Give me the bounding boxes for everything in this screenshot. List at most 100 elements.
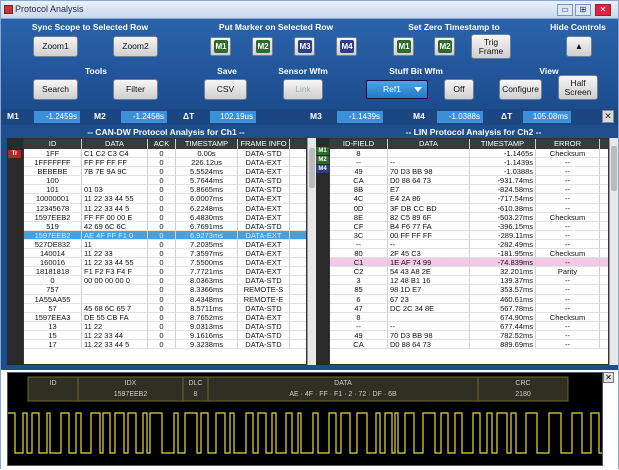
- can-data-cell: [82, 176, 148, 185]
- zoom2-button[interactable]: Zoom2: [113, 36, 158, 57]
- put-marker-m2-button[interactable]: M2: [252, 37, 273, 56]
- lin-table-row[interactable]: 6 67 23 460.61ms --: [330, 294, 608, 304]
- filter-button[interactable]: Filter: [113, 79, 158, 100]
- can-table-row[interactable]: 1597EEB2 AE 4F FF F1 0 0 6.9273ms DATA-EXT: [24, 230, 306, 240]
- waveform-close-button[interactable]: ✕: [603, 372, 614, 383]
- search-button[interactable]: Search: [33, 79, 78, 100]
- col-frame-info[interactable]: FRAME INFO: [238, 139, 290, 149]
- lin-table-row[interactable]: CF B4 F6 77 FA -396.15ms --: [330, 221, 608, 231]
- lin-table-row[interactable]: CA D0 88 64 73 -931.74ms --: [330, 176, 608, 186]
- can-frame-info-cell: DATA-STD: [238, 303, 290, 312]
- lin-table-row[interactable]: 49 70 D3 BB 98 -1.0388s --: [330, 167, 608, 177]
- half-screen-button[interactable]: Half Screen: [558, 75, 598, 100]
- col-id-field[interactable]: ID-FIELD: [330, 139, 388, 149]
- can-table-row[interactable]: 10000001 11 22 33 44 55 0 6.0007ms DATA-EXT: [24, 194, 306, 204]
- lin-table-row[interactable]: 8 674.90ms Checksum: [330, 312, 608, 322]
- can-table-row[interactable]: 15 11 22 33 44 0 9.1616ms DATA-STD: [24, 330, 306, 340]
- can-timestamp-cell: 7.5500ms: [176, 258, 238, 267]
- can-scrollbar[interactable]: [307, 138, 316, 365]
- can-frame-info-cell: DATA-STD: [238, 176, 290, 185]
- can-frame-info-cell: DATA-EXT: [238, 212, 290, 221]
- can-table-row[interactable]: 1A55AA55 0 8.4348ms REMOTE-E: [24, 294, 306, 304]
- can-table-row[interactable]: 13 11 22 0 9.0313ms DATA-STD: [24, 321, 306, 331]
- lin-table-row[interactable]: -- -- -1.1439s --: [330, 158, 608, 168]
- m1-icon: M1: [214, 40, 228, 53]
- can-table-row[interactable]: 1597EEA3 DE 55 CB FA 0 8.7652ms DATA-EXT: [24, 312, 306, 322]
- can-table-row[interactable]: 18181818 F1 F2 F3 F4 F 0 7.7721ms DATA-EXT: [24, 267, 306, 277]
- can-table-row[interactable]: 527DE832 11 0 7.2035ms DATA-EXT: [24, 239, 306, 250]
- lin-table-row[interactable]: -- -- 677.44ms --: [330, 321, 608, 331]
- lin-table-row[interactable]: 47 DC 2C 34 8E 567.78ms --: [330, 303, 608, 313]
- lin-id-cell: 4C: [330, 194, 388, 203]
- zero-m1-button[interactable]: M1: [393, 37, 414, 56]
- col-timestamp[interactable]: TIMESTAMP: [176, 139, 238, 149]
- lin-table-row[interactable]: 4C E4 2A 86 -717.54ms --: [330, 194, 608, 204]
- tools-title: Tools: [84, 66, 108, 76]
- zero-m2-button[interactable]: M2: [434, 37, 455, 56]
- lin-table-row[interactable]: -- -- -282.49ms --: [330, 239, 608, 250]
- configure-button[interactable]: Configure: [499, 79, 542, 100]
- put-marker-m1-button[interactable]: M1: [210, 37, 231, 56]
- lin-table-row[interactable]: 85 98 1D E7 353.57ms --: [330, 285, 608, 295]
- markers-close-button[interactable]: ✕: [602, 110, 614, 123]
- lin-scroll-thumb[interactable]: [611, 146, 617, 191]
- maximize-button[interactable]: ⊞: [575, 4, 591, 16]
- can-table-row[interactable]: 100 0 5.7644ms DATA-STD: [24, 176, 306, 186]
- lin-scrollbar[interactable]: [609, 138, 618, 365]
- csv-button[interactable]: CSV: [204, 79, 247, 100]
- col-ack[interactable]: ACK: [148, 139, 176, 149]
- hide-controls-button[interactable]: ▲: [566, 36, 592, 57]
- can-waveform-display[interactable]: ID IDX 1597EEB2 DLC 8 DATA AE · 4F · FF · F1 ·…: [7, 372, 603, 466]
- lin-table-row[interactable]: C1 1E AF 74 99 -74.839ms --: [330, 258, 608, 268]
- lin-table-row[interactable]: CA D0 88 64 73 889.69ms --: [330, 339, 608, 350]
- lin-id-cell: C1: [330, 258, 388, 267]
- lin-timestamp-cell: 139.37ms: [470, 276, 536, 285]
- lin-table-row[interactable]: 8B E7 -824.58ms --: [330, 185, 608, 195]
- stuff-bit-off-button[interactable]: Off: [444, 79, 474, 100]
- put-marker-m4-button[interactable]: M4: [336, 37, 357, 56]
- can-data-cell: DE 55 CB FA: [82, 312, 148, 321]
- can-table-row[interactable]: 17 11 22 33 44 5 0 9.3238ms DATA-STD: [24, 339, 306, 350]
- can-table-row[interactable]: 519 42 69 6C 6C 0 6.7691ms DATA-STD: [24, 221, 306, 231]
- lin-table-row[interactable]: 49 70 D3 BB 98 782.52ms --: [330, 330, 608, 340]
- can-table-row[interactable]: 160016 11 22 33 44 55 0 7.5500ms DATA-EXT: [24, 258, 306, 268]
- hide-controls-title: Hide Controls: [550, 22, 606, 32]
- can-timestamp-cell: 226.12us: [176, 158, 238, 167]
- can-table-row[interactable]: 12345678 11 22 33 44 5 0 6.2248ms DATA-EXT: [24, 203, 306, 213]
- lin-data-cell: DC 2C 34 8E: [388, 303, 470, 312]
- can-data-cell: 11: [82, 239, 148, 249]
- zoom1-button[interactable]: Zoom1: [33, 36, 78, 57]
- lin-table-row[interactable]: 0D 3F DB CC BD -610.38ms --: [330, 203, 608, 213]
- can-table-row[interactable]: 1FF C1 C2 C3 C4 0 0.00s DATA-STD: [24, 149, 306, 159]
- lin-error-cell: --: [536, 303, 600, 312]
- can-table-row[interactable]: 1597EEB2 FF FF 00 00 E 0 6.4830ms DATA-EXT: [24, 212, 306, 222]
- can-table-row[interactable]: 0 00 00 00 00 0 0 8.0363ms DATA-STD: [24, 276, 306, 286]
- m1-label: M1: [7, 111, 19, 121]
- link-button[interactable]: Link: [283, 79, 323, 100]
- can-timestamp-cell: 5.5524ms: [176, 167, 238, 176]
- col-error[interactable]: ERROR: [536, 139, 600, 149]
- trig-frame-button[interactable]: Trig Frame: [471, 34, 511, 59]
- can-ack-cell: 0: [148, 194, 176, 203]
- can-table-row[interactable]: BEBEBE 7B 7E 9A 9C 0 5.5524ms DATA-EXT: [24, 167, 306, 177]
- lin-table-row[interactable]: 80 2F 45 C3 -181.95ms Checksum: [330, 249, 608, 259]
- can-table-row[interactable]: 140014 11 22 33 0 7.3597ms DATA-EXT: [24, 249, 306, 259]
- can-table-row[interactable]: 1FFFFFFF FF FF FF FF 0 226.12us DATA-EXT: [24, 158, 306, 168]
- col-lin-data[interactable]: DATA: [388, 139, 470, 149]
- minimize-button[interactable]: ▭: [557, 4, 573, 16]
- ref-dropdown[interactable]: Ref1: [366, 80, 428, 99]
- lin-table-row[interactable]: 3C 00 FF FF FF -289.11ms --: [330, 230, 608, 240]
- can-table-row[interactable]: 757 0 8.3366ms REMOTE-S: [24, 285, 306, 295]
- lin-table-row[interactable]: 8E 82 C5 89 6F -503.27ms Checksum: [330, 212, 608, 222]
- col-data[interactable]: DATA: [82, 139, 148, 149]
- can-table-row[interactable]: 101 01 03 0 5.8665ms DATA-STD: [24, 185, 306, 195]
- col-id[interactable]: ID: [24, 139, 82, 149]
- lin-table-row[interactable]: 8 -1.1465s Checksum: [330, 149, 608, 159]
- can-scroll-thumb[interactable]: [309, 148, 315, 188]
- lin-table-row[interactable]: C2 54 43 A8 2E 32.201ms Parity: [330, 267, 608, 277]
- close-window-button[interactable]: ✕: [595, 4, 611, 16]
- lin-table-row[interactable]: 3 12 48 B1 16 139.37ms --: [330, 276, 608, 286]
- put-marker-m3-button[interactable]: M3: [294, 37, 315, 56]
- can-table-row[interactable]: 57 45 68 6C 65 7 0 8.5711ms DATA-STD: [24, 303, 306, 313]
- col-lin-timestamp[interactable]: TIMESTAMP: [470, 139, 536, 149]
